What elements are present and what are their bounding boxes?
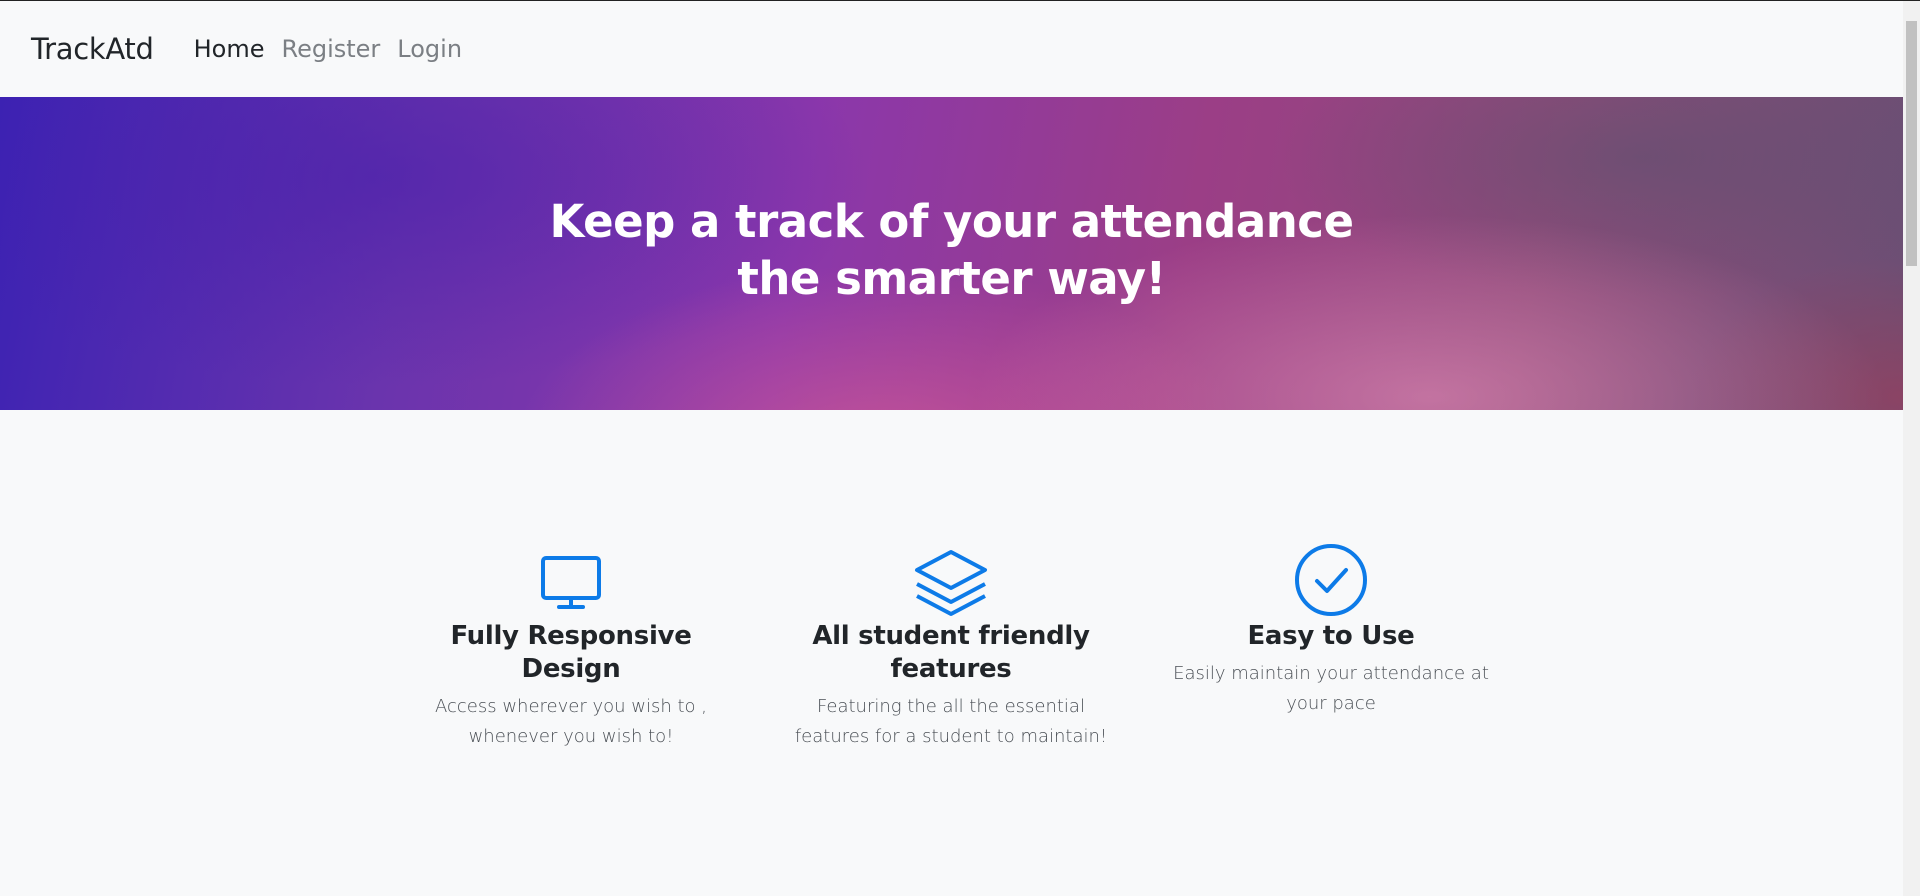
feature-student-friendly: All student friendly features Featuring … [786, 540, 1116, 752]
scrollbar-thumb[interactable] [1906, 21, 1917, 266]
feature-title: Fully Responsive Design [450, 621, 692, 684]
brand-logo[interactable]: TrackAtd [31, 32, 154, 66]
feature-description: Access wherever you wish to , whenever y… [434, 696, 707, 747]
navbar: TrackAtd Home Register Login [0, 1, 1903, 97]
feature-easy-to-use: Easy to Use Easily maintain your attenda… [1166, 540, 1496, 719]
features-section: Fully Responsive Design Access wherever … [0, 410, 1903, 896]
nav-home-link[interactable]: Home [194, 35, 265, 63]
hero-title: Keep a track of your attendance the smar… [549, 194, 1354, 305]
feature-description: Featuring the all the essential features… [794, 696, 1108, 747]
feature-description: Easily maintain your attendance at your … [1173, 663, 1489, 714]
feature-title: Easy to Use [1247, 621, 1415, 651]
vertical-scrollbar[interactable] [1903, 1, 1920, 896]
nav-register-link[interactable]: Register [281, 35, 380, 63]
check-circle-icon [1295, 544, 1367, 616]
monitor-icon [541, 556, 601, 609]
hero-banner: Keep a track of your attendance the smar… [0, 97, 1903, 410]
nav-links: Home Register Login [194, 35, 479, 63]
feature-responsive: Fully Responsive Design Access wherever … [406, 540, 736, 752]
layers-icon [915, 550, 987, 616]
feature-title: All student friendly features [812, 621, 1090, 684]
nav-login-link[interactable]: Login [397, 35, 462, 63]
